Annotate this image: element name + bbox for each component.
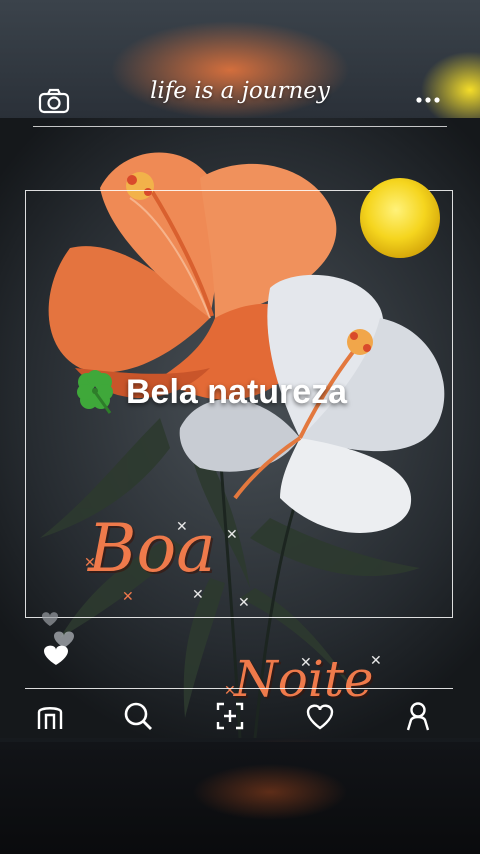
home-icon xyxy=(37,707,63,729)
sparkle-icon: ✕ xyxy=(226,527,238,543)
nav-add-button[interactable] xyxy=(210,696,250,736)
more-horizontal-icon[interactable] xyxy=(410,92,446,108)
sparkle-icon: ✕ xyxy=(370,653,382,669)
sparkle-icon: ✕ xyxy=(84,555,96,571)
heart-icon xyxy=(306,704,334,730)
nav-profile-button[interactable] xyxy=(398,696,438,736)
search-icon xyxy=(124,702,152,730)
header-divider xyxy=(33,126,447,127)
profile-icon xyxy=(406,702,430,731)
camera-icon[interactable] xyxy=(38,88,70,114)
bottom-blur-area xyxy=(0,742,480,854)
sparkle-icon: ✕ xyxy=(300,655,312,671)
nav-home-button[interactable] xyxy=(30,696,70,736)
four-leaf-clover-icon xyxy=(77,370,113,414)
nav-divider xyxy=(25,688,453,689)
sparkle-icon: ✕ xyxy=(238,595,250,611)
sparkle-icon: ✕ xyxy=(176,519,188,535)
moon-illustration xyxy=(358,177,442,259)
nav-activity-button[interactable] xyxy=(300,696,340,736)
caption-text: Bela natureza xyxy=(126,372,348,411)
bottom-navigation xyxy=(0,690,480,742)
sparkle-icon: ✕ xyxy=(122,589,134,605)
add-post-icon xyxy=(216,702,244,730)
greeting-boa: Boa xyxy=(88,510,216,587)
floating-hearts xyxy=(38,608,82,668)
app-tagline: life is a journey xyxy=(150,78,330,104)
nav-search-button[interactable] xyxy=(118,696,158,736)
post-caption: Bela natureza xyxy=(70,364,347,420)
sparkle-icon: ✕ xyxy=(192,587,204,603)
